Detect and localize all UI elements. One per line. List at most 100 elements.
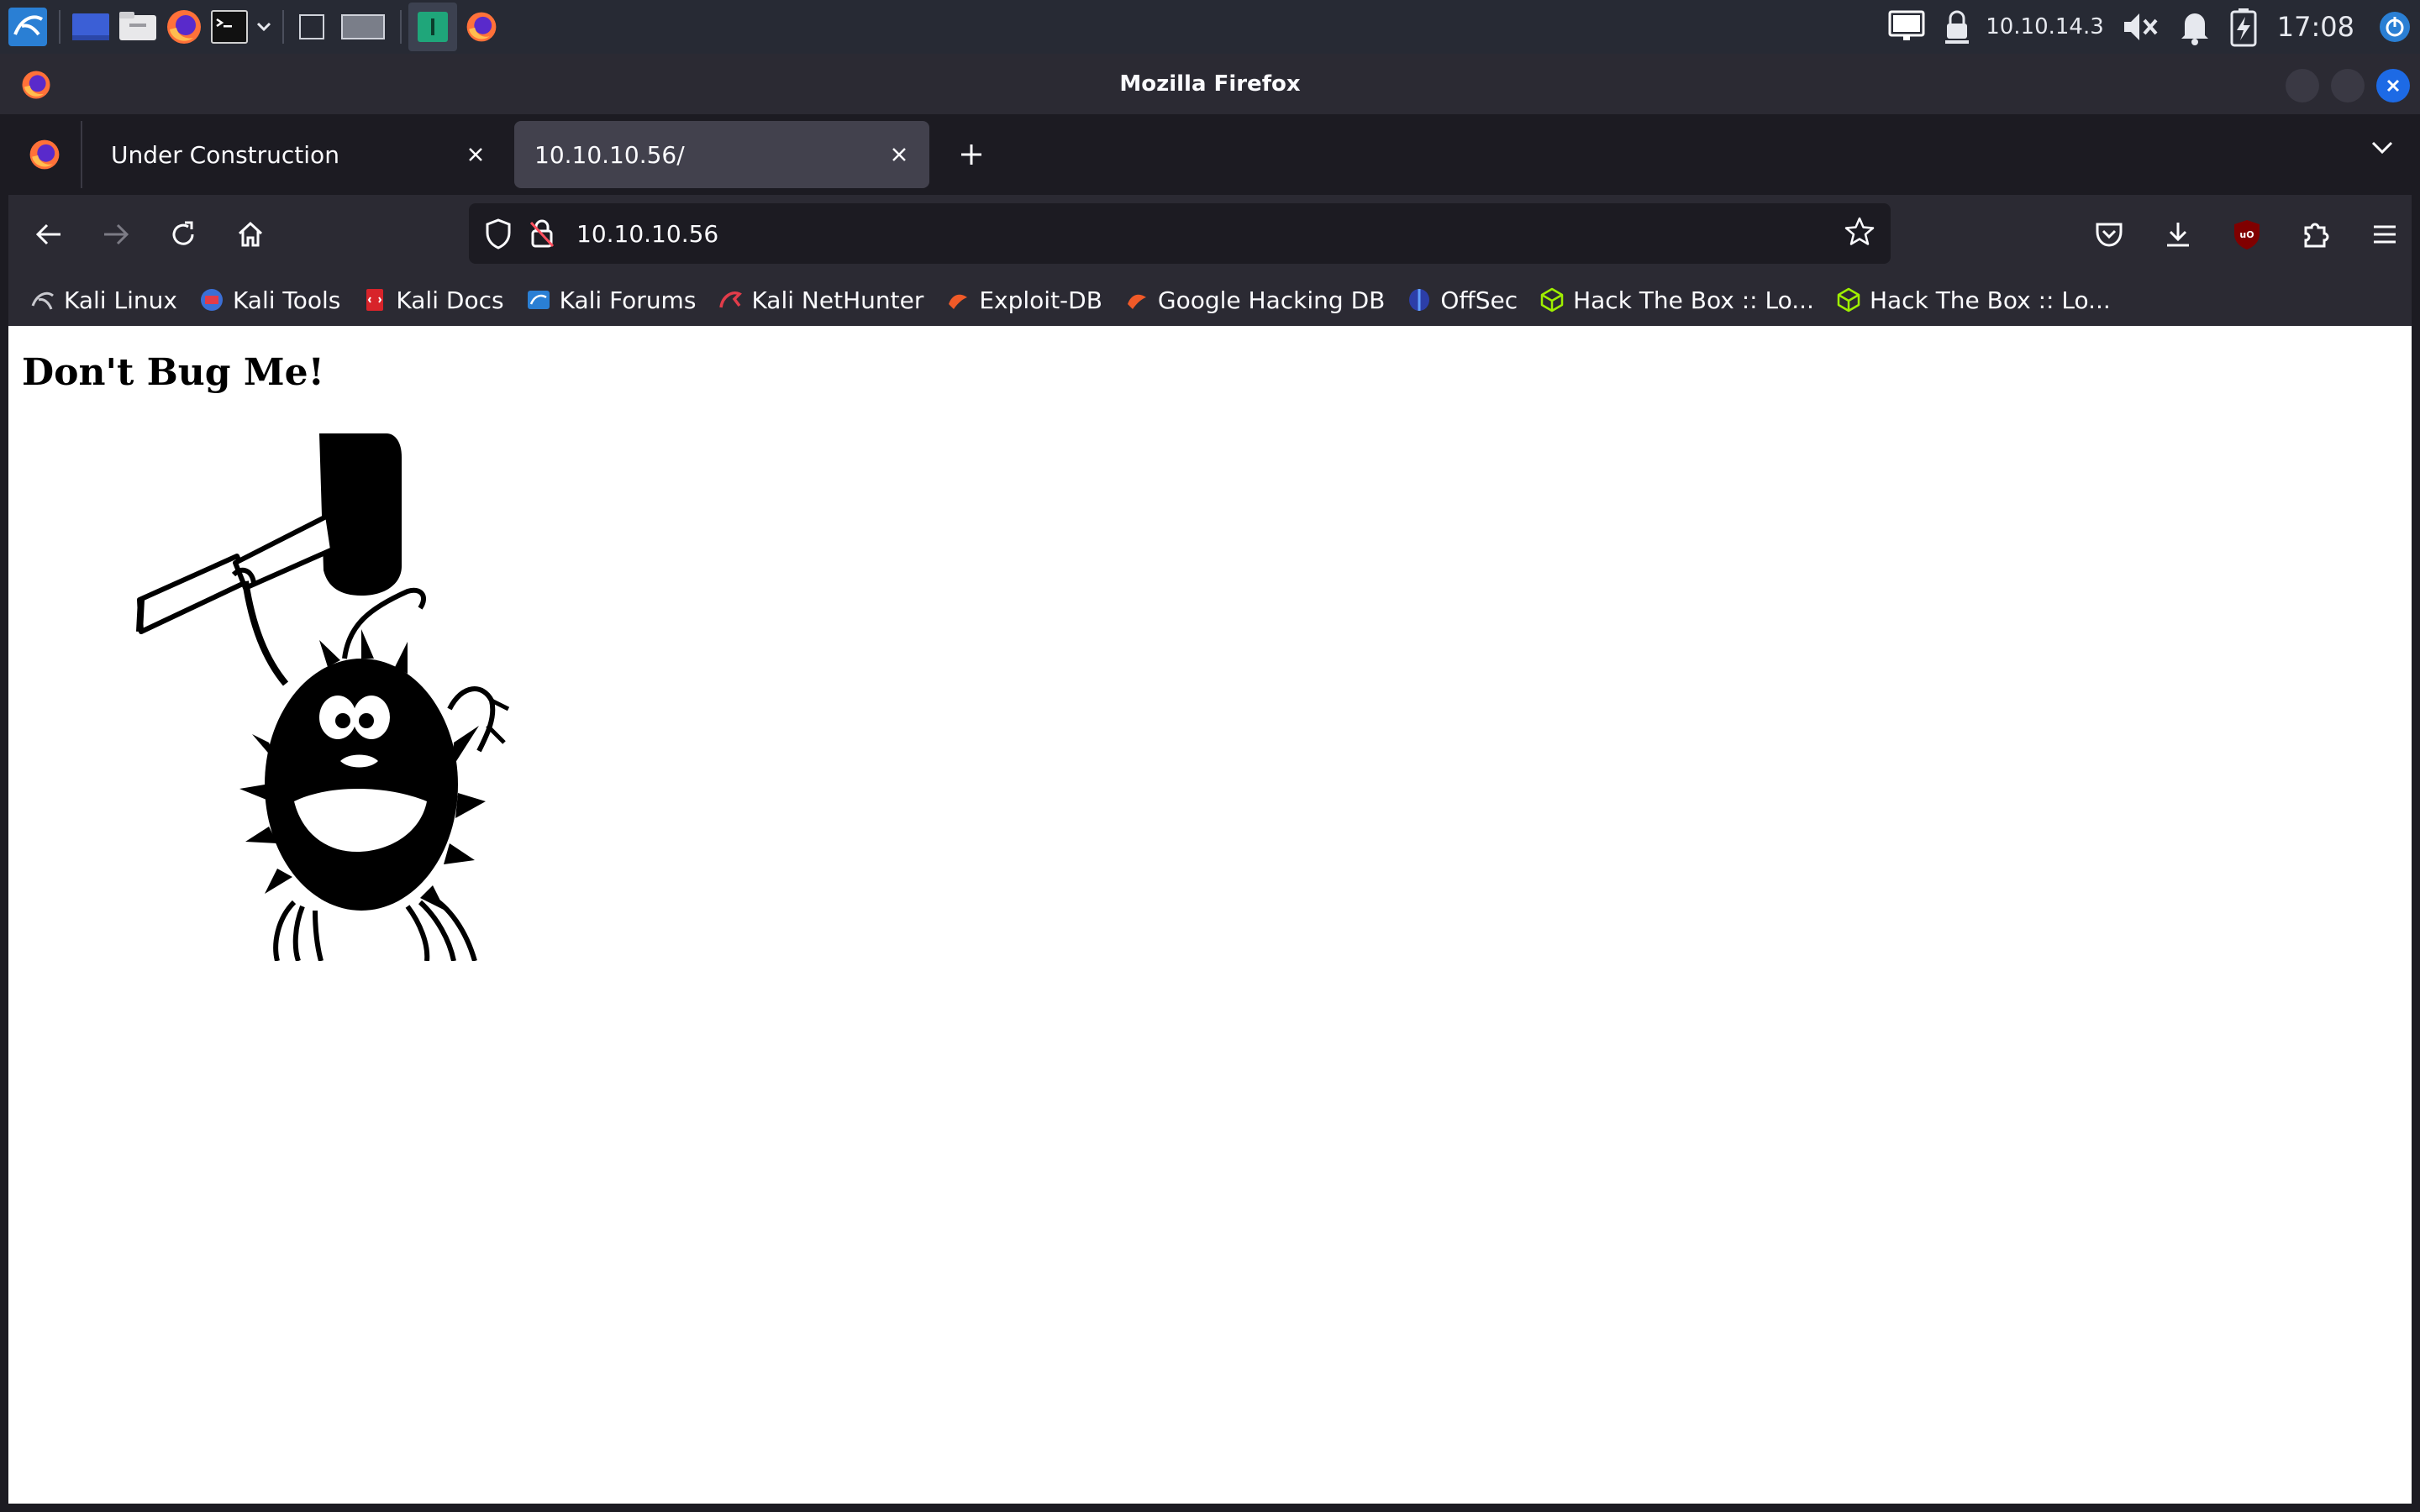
tab-close-button[interactable] (462, 141, 489, 168)
workspace-2[interactable] (341, 14, 385, 39)
terminal-launcher-button[interactable] (210, 3, 249, 50)
bookmark-label: Kali NetHunter (751, 286, 924, 314)
extensions-button[interactable] (2289, 207, 2343, 261)
chevron-down-icon (2371, 141, 2393, 155)
nethunter-icon (718, 287, 743, 312)
star-icon (1844, 217, 1875, 245)
window-title: Mozilla Firefox (1119, 71, 1301, 97)
kali-forums-icon (526, 287, 551, 312)
tab-under-construction[interactable]: Under Construction (91, 121, 506, 188)
puzzle-icon (2304, 223, 2329, 248)
tab-close-button[interactable] (886, 141, 913, 168)
toolbar-right-group: uO (2067, 207, 2412, 261)
tab-strip: Under Construction 10.10.10.56/ (8, 114, 2412, 195)
bookmark-exploit-db[interactable]: Exploit-DB (945, 286, 1102, 314)
app-window-icon (418, 12, 448, 42)
window-titlebar[interactable]: Mozilla Firefox (0, 54, 2420, 114)
kali-dragon-icon (30, 287, 55, 312)
window-controls (2286, 69, 2410, 102)
htb-cube-icon (1539, 287, 1565, 312)
kali-tools-icon (199, 287, 224, 312)
monitor-icon (1888, 10, 1925, 40)
volume-tray-button[interactable] (2121, 10, 2161, 44)
insecure-lock-icon (529, 219, 555, 248)
bookmark-hack-the-box-2[interactable]: Hack The Box :: Lo... (1836, 286, 2111, 314)
launcher-dropdown-button[interactable] (255, 3, 272, 50)
navigation-toolbar: 10.10.10.56 uO (8, 195, 2412, 274)
bookmark-google-hacking-db[interactable]: Google Hacking DB (1124, 286, 1385, 314)
taskbar-app-green[interactable] (408, 3, 457, 51)
ublock-origin-button[interactable]: uO (2220, 207, 2274, 261)
url-bar[interactable]: 10.10.10.56 (469, 203, 1891, 264)
list-all-tabs-button[interactable] (2370, 134, 2395, 163)
bookmark-label: OffSec (1440, 286, 1518, 314)
htb-cube-icon (1836, 287, 1861, 312)
tab-current-site[interactable]: 10.10.10.56/ (514, 121, 929, 188)
vpn-lock-icon (1945, 10, 1970, 44)
terminal-icon (211, 10, 248, 44)
bookmark-label: Kali Docs (396, 286, 504, 314)
folder-icon (119, 12, 156, 40)
bookmark-label: Kali Linux (64, 286, 177, 314)
panel-separator (400, 10, 402, 44)
vpn-tray-button[interactable] (1942, 8, 1972, 45)
workspace-1[interactable] (299, 14, 324, 39)
page-content: Don't Bug Me! (8, 326, 2412, 1504)
firefox-icon (466, 12, 497, 42)
bookmark-star-button[interactable] (1844, 216, 1876, 251)
system-panel: 10.10.14.3 17:08 (0, 0, 2420, 54)
url-text[interactable]: 10.10.10.56 (576, 220, 1844, 248)
exploit-db-icon (945, 287, 971, 312)
vpn-ip-address: 10.10.14.3 (1986, 14, 2104, 39)
panel-launchers (0, 0, 506, 54)
minimize-button[interactable] (2286, 69, 2319, 102)
bookmark-kali-nethunter[interactable]: Kali NetHunter (718, 286, 923, 314)
forward-button[interactable] (89, 207, 143, 261)
reload-button[interactable] (156, 207, 210, 261)
bookmark-hack-the-box-1[interactable]: Hack The Box :: Lo... (1539, 286, 1814, 314)
hamburger-menu-icon (2374, 225, 2396, 244)
bookmarks-toolbar: Kali Linux Kali Tools Kali Docs Kali For… (8, 274, 2412, 326)
desktop-icon (72, 13, 109, 40)
pocket-button[interactable] (2082, 207, 2136, 261)
home-icon (238, 221, 263, 247)
bookmark-kali-linux[interactable]: Kali Linux (30, 286, 177, 314)
kali-docs-icon (362, 287, 387, 312)
volume-muted-icon (2123, 13, 2158, 40)
close-window-button[interactable] (2376, 69, 2410, 102)
firefox-launcher-button[interactable] (165, 3, 203, 50)
show-desktop-button[interactable] (71, 3, 111, 50)
downloads-button[interactable] (2151, 207, 2205, 261)
arrow-right-icon (104, 223, 129, 245)
taskbar-firefox[interactable] (457, 3, 506, 51)
download-icon (2167, 223, 2189, 247)
notifications-tray-button[interactable] (2178, 8, 2212, 45)
bookmark-label: Kali Tools (232, 286, 341, 314)
page-heading: Don't Bug Me! (22, 351, 324, 394)
panel-separator (59, 10, 60, 44)
new-tab-button[interactable] (946, 129, 997, 180)
app-menu-button[interactable] (2358, 207, 2412, 261)
back-button[interactable] (22, 207, 76, 261)
firefox-icon (29, 139, 60, 170)
file-manager-button[interactable] (118, 3, 158, 50)
window-app-icon (20, 69, 52, 104)
bookmark-kali-forums[interactable]: Kali Forums (526, 286, 696, 314)
bug-with-hammer-image (136, 433, 510, 961)
bookmark-offsec[interactable]: OffSec (1407, 286, 1518, 314)
kali-menu-button[interactable] (7, 3, 49, 50)
maximize-button[interactable] (2331, 69, 2365, 102)
power-tray-button[interactable] (2228, 7, 2259, 47)
home-button[interactable] (224, 207, 277, 261)
panel-clock[interactable]: 17:08 (2277, 11, 2354, 43)
arrow-left-icon (35, 223, 60, 245)
firefox-view-button[interactable] (8, 121, 82, 188)
display-tray-button[interactable] (1888, 10, 1925, 44)
bookmark-kali-docs[interactable]: Kali Docs (362, 286, 504, 314)
session-menu-button[interactable] (2378, 10, 2412, 44)
site-security-button[interactable] (528, 218, 556, 249)
svg-text:uO: uO (2239, 229, 2254, 240)
close-icon (892, 148, 906, 161)
tracking-protection-button[interactable] (484, 218, 513, 249)
bookmark-kali-tools[interactable]: Kali Tools (199, 286, 340, 314)
